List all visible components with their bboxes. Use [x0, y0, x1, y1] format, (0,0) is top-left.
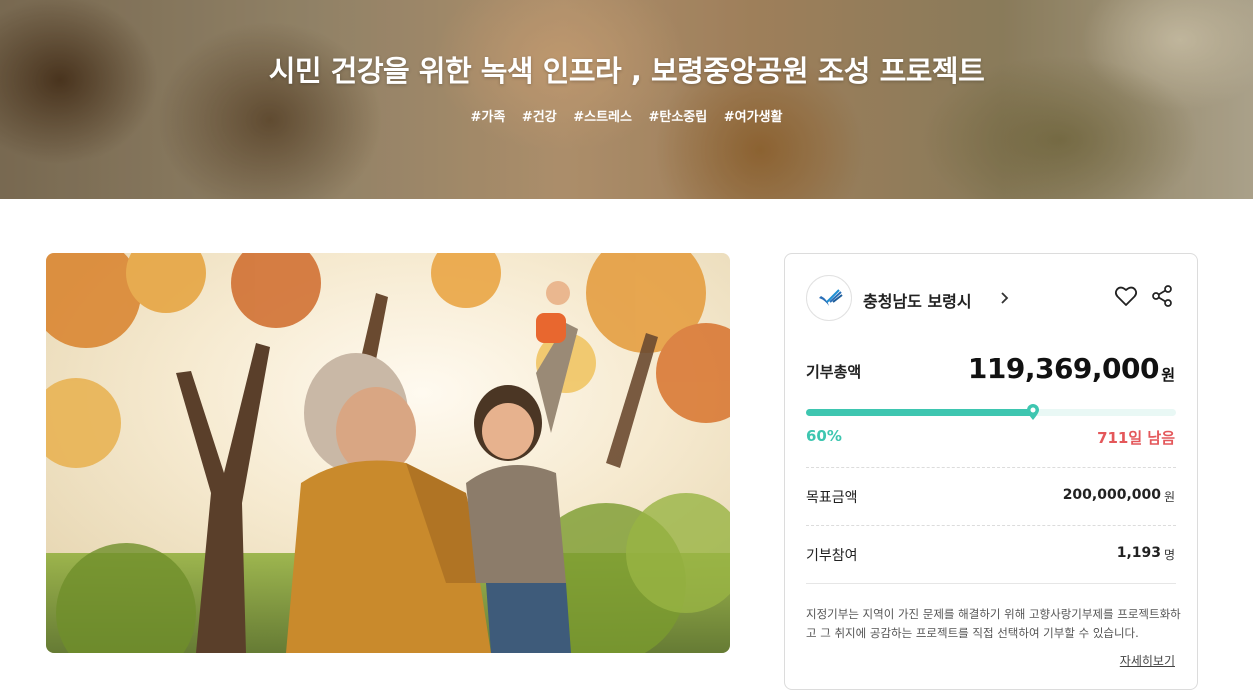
goal-amount-value: 200,000,000: [1062, 487, 1161, 503]
progress-fill: [806, 409, 1033, 416]
heart-icon[interactable]: [1114, 285, 1138, 307]
share-icon[interactable]: [1150, 284, 1174, 308]
divider: [806, 583, 1176, 584]
project-photo: [46, 253, 730, 653]
progress-marker-icon: [1027, 404, 1039, 420]
designated-donation-notice: 지정기부는 지역이 가진 문제를 해결하기 위해 고향사랑기부제를 프로젝트화하…: [806, 607, 1181, 640]
hashtag[interactable]: #가족: [471, 110, 506, 125]
total-donation-unit: 원: [1161, 366, 1175, 384]
divider: [806, 467, 1176, 468]
hashtag[interactable]: #여가생활: [724, 110, 783, 125]
organization-name[interactable]: 충청남도 보령시: [863, 288, 972, 312]
page-title: 시민 건강을 위한 녹색 인프라 , 보령중앙공원 조성 프로젝트: [268, 54, 985, 88]
participants-unit: 명: [1163, 548, 1175, 562]
participants-label: 기부참여: [806, 548, 858, 564]
boryeong-city-logo-icon: [806, 275, 852, 321]
goal-amount-unit: 원: [1163, 490, 1175, 504]
goal-amount-label: 목표금액: [806, 490, 858, 506]
progress-percent: 60%: [806, 427, 842, 445]
donation-card: 충청남도 보령시 기부총액 119,369,000 원 60% 711일 남음 …: [784, 253, 1198, 690]
days-left: 711일 남음: [1097, 429, 1175, 447]
divider: [806, 525, 1176, 526]
hero-banner: 시민 건강을 위한 녹색 인프라 , 보령중앙공원 조성 프로젝트 #가족 #건…: [0, 0, 1253, 199]
organization-row[interactable]: 충청남도 보령시: [806, 275, 1176, 321]
total-donation-amount: 119,369,000: [967, 352, 1160, 385]
hashtag[interactable]: #스트레스: [573, 110, 632, 125]
hashtag[interactable]: #건강: [522, 110, 557, 125]
participants-value: 1,193: [1116, 545, 1161, 561]
hashtag[interactable]: #탄소중립: [648, 110, 707, 125]
total-donation-label: 기부총액: [806, 363, 862, 381]
see-more-link[interactable]: 자세히보기: [1120, 652, 1175, 669]
hashtag-list: #가족 #건강 #스트레스 #탄소중립 #여가생활: [0, 106, 1253, 125]
family-autumn-photo-icon: [46, 253, 730, 653]
progress-bar: [806, 404, 1176, 420]
chevron-right-icon[interactable]: [1000, 291, 1010, 305]
